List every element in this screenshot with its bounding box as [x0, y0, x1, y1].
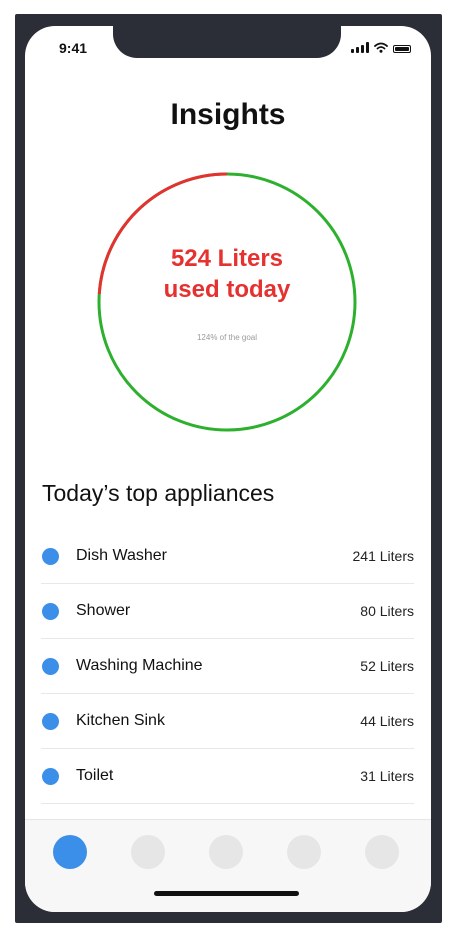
appliance-list: Dish Washer 241 Liters Shower 80 Liters … [41, 529, 414, 804]
appliance-name: Dish Washer [76, 547, 167, 564]
bullet-dot [42, 602, 59, 620]
appliance-name: Kitchen Sink [76, 712, 165, 729]
appliance-usage: 31 Liters [360, 768, 414, 784]
tab-3[interactable] [209, 835, 243, 869]
home-indicator[interactable] [154, 891, 299, 896]
phone-screen: 9:41 Insights 524 Liters used today 124%… [25, 26, 431, 912]
appliance-usage: 52 Liters [360, 658, 414, 674]
tab-4[interactable] [287, 835, 321, 869]
usage-value: 524 Liters used today [164, 243, 291, 305]
list-item[interactable]: Toilet 31 Liters [41, 749, 414, 804]
bullet-dot [42, 712, 59, 730]
signal-icon [351, 42, 369, 53]
appliance-name: Washing Machine [76, 657, 203, 674]
status-icons [351, 42, 411, 53]
phone-frame: 9:41 Insights 524 Liters used today 124%… [15, 14, 442, 923]
bullet-dot [42, 547, 59, 565]
tab-5[interactable] [365, 835, 399, 869]
battery-icon [393, 45, 411, 53]
bullet-dot [42, 767, 59, 785]
appliance-usage: 44 Liters [360, 713, 414, 729]
appliance-name: Toilet [76, 767, 114, 784]
list-item[interactable]: Shower 80 Liters [41, 584, 414, 639]
usage-ring: 524 Liters used today 124% of the goal [96, 171, 358, 433]
appliance-name: Shower [76, 602, 131, 619]
device-notch [113, 26, 341, 58]
ring-center: 524 Liters used today 124% of the goal [96, 171, 358, 433]
list-item[interactable]: Dish Washer 241 Liters [41, 529, 414, 584]
tab-2[interactable] [131, 835, 165, 869]
section-title: Today’s top appliances [42, 480, 275, 506]
list-item[interactable]: Washing Machine 52 Liters [41, 639, 414, 694]
bullet-dot [42, 657, 59, 675]
status-time: 9:41 [59, 40, 88, 56]
appliance-usage: 80 Liters [360, 603, 414, 619]
usage-value-amount: 524 Liters [170, 244, 284, 272]
appliance-usage: 241 Liters [352, 548, 414, 564]
tab-bar [25, 819, 431, 912]
list-item[interactable]: Kitchen Sink 44 Liters [41, 694, 414, 749]
page-title: Insights [170, 98, 286, 131]
usage-value-label: used today [163, 275, 291, 303]
goal-percentage: 124% of the goal [196, 332, 258, 342]
tab-1[interactable] [53, 835, 87, 869]
wifi-icon [374, 42, 388, 53]
